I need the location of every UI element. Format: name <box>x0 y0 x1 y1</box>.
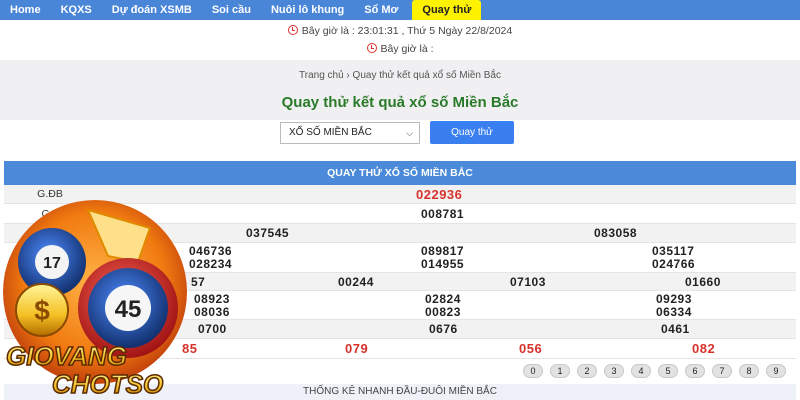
clock-text: Bây giờ là : 23:01:31 , Thứ 5 Ngày 22/8/… <box>301 25 513 37</box>
region-select[interactable]: XỔ SỐ MIỀN BẮC ⌵ <box>280 122 420 144</box>
top-nav: Home KQXS Dự đoán XSMB Soi cầu Nuôi lô k… <box>0 0 800 20</box>
nav-du-doan-xsmb[interactable]: Dự đoán XSMB <box>102 0 202 20</box>
prize-g5: 09293 <box>656 292 692 306</box>
quay-thu-button[interactable]: Quay thử <box>430 121 514 144</box>
prize-g6: 0461 <box>661 322 690 336</box>
digit-filter-button[interactable]: 4 <box>631 364 651 378</box>
digit-filter-button[interactable]: 1 <box>550 364 570 378</box>
logo-line-1: GIOVANG <box>6 341 127 371</box>
digit-filter-button[interactable]: 0 <box>523 364 543 378</box>
digit-filter-button[interactable]: 6 <box>685 364 705 378</box>
logo-line-2: CHOTSO <box>52 369 163 399</box>
prize-g3: 035117 <box>652 244 695 258</box>
results-table-header: QUAY THỬ XỔ SỐ MIỀN BẮC <box>4 161 796 185</box>
prize-g2: 083058 <box>594 226 638 240</box>
clock-icon <box>287 25 298 35</box>
breadcrumb-band <box>0 60 800 120</box>
prize-g6: 0700 <box>198 322 227 336</box>
prize-g3: 089817 <box>421 244 465 258</box>
prize-g5: 02824 <box>425 292 461 306</box>
ball-number: 17 <box>43 255 61 272</box>
nav-quay-thu[interactable]: Quay thử <box>412 0 482 20</box>
nav-nuoi-lo-khung[interactable]: Nuôi lô khung <box>261 0 354 20</box>
prize-g1: 008781 <box>421 207 465 221</box>
prize-g7: 082 <box>692 341 716 356</box>
prize-g7: 056 <box>519 341 543 356</box>
giovang-chotso-logo: 17 45 $ GIOVANG CHOTSO <box>3 200 187 400</box>
prize-g3: 024766 <box>652 257 696 271</box>
prize-g7: 079 <box>345 341 369 356</box>
clock-icon <box>366 43 377 53</box>
dollar-icon: $ <box>34 295 50 326</box>
nav-so-mo[interactable]: Sổ Mơ <box>354 0 408 20</box>
digit-filter-button[interactable]: 2 <box>577 364 597 378</box>
clock-row-2: Bây giờ là : <box>0 43 800 55</box>
prize-g5: 00823 <box>425 305 461 319</box>
prize-g3: 014955 <box>421 257 465 271</box>
digit-filter-button[interactable]: 9 <box>766 364 786 378</box>
digit-filter-button[interactable]: 7 <box>712 364 732 378</box>
prize-g6: 0676 <box>429 322 458 336</box>
breadcrumb: Trang chủ › Quay thử kết quả xổ số Miền … <box>299 70 501 81</box>
chevron-down-icon: ⌵ <box>406 128 413 138</box>
region-select-value: XỔ SỐ MIỀN BẮC <box>289 127 372 138</box>
nav-kqxs[interactable]: KQXS <box>51 0 102 20</box>
nav-soi-cau[interactable]: Soi cầu <box>202 0 261 20</box>
nav-home[interactable]: Home <box>0 0 51 20</box>
digit-filter-button[interactable]: 3 <box>604 364 624 378</box>
ball-number: 45 <box>115 296 142 323</box>
prize-g4: 01660 <box>685 275 721 289</box>
prize-g2: 037545 <box>246 226 290 240</box>
prize-gdb: 022936 <box>416 187 463 202</box>
prize-g5: 06334 <box>656 305 692 319</box>
page-title: Quay thử kết quả xổ số Miền Bắc <box>281 94 519 111</box>
prize-g4: 07103 <box>510 275 546 289</box>
clock-row: Bây giờ là : 23:01:31 , Thứ 5 Ngày 22/8/… <box>0 25 800 37</box>
clock-text-2: Bây giờ là : <box>380 43 434 55</box>
prize-g4: 00244 <box>338 275 374 289</box>
digit-filter-button[interactable]: 8 <box>739 364 759 378</box>
digit-filter-button[interactable]: 5 <box>658 364 678 378</box>
